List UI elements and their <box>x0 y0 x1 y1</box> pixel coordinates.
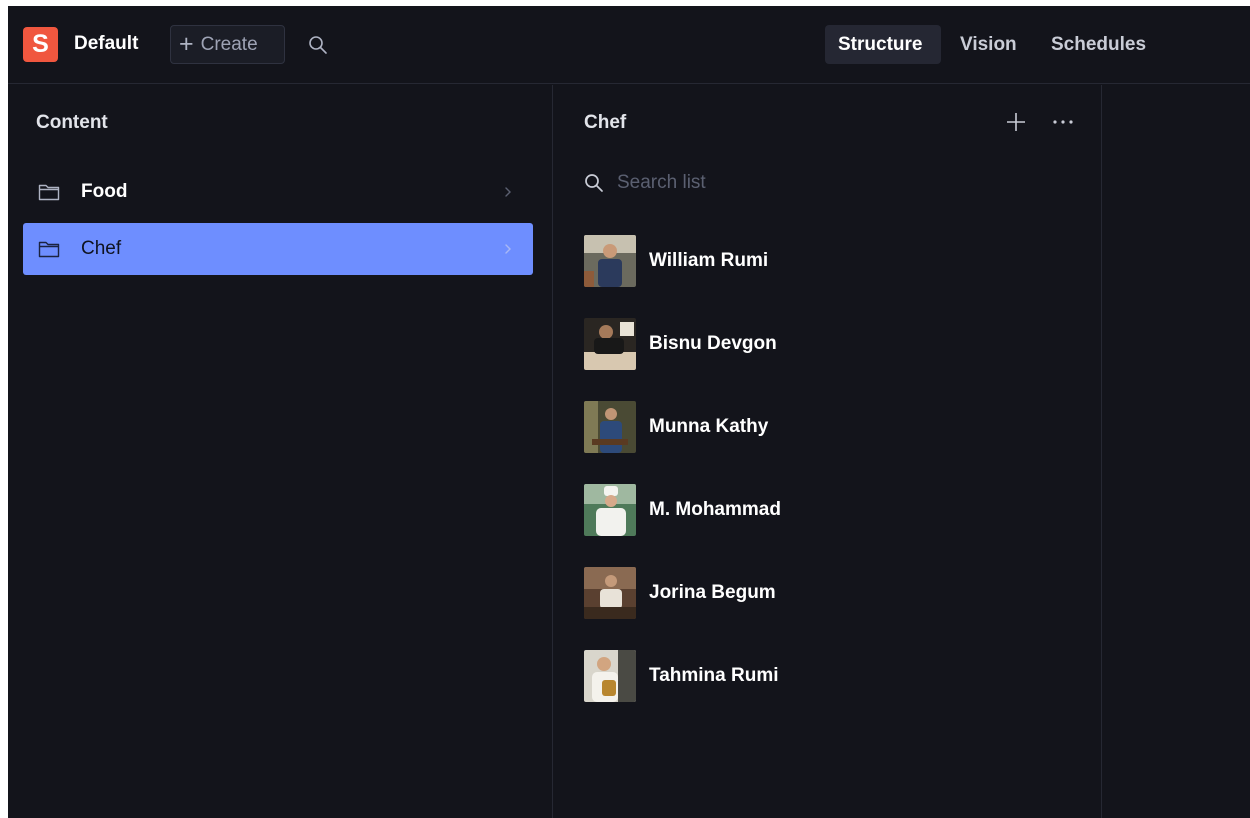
avatar <box>584 484 636 536</box>
list-item[interactable]: Jorina Begum <box>584 565 1064 621</box>
tab-structure[interactable]: Structure <box>825 25 941 64</box>
more-horizontal-icon[interactable] <box>1050 111 1076 133</box>
document-title: Bisnu Devgon <box>649 333 777 354</box>
document-title: William Rumi <box>649 250 769 271</box>
document-title: M. Mohammad <box>649 499 781 520</box>
logo-letter: S <box>32 30 49 58</box>
folder-icon <box>38 184 60 201</box>
document-list-pane: Chef Search list William Rumi Bisnu Devg… <box>553 85 1102 818</box>
tab-schedules[interactable]: Schedules <box>1038 25 1166 64</box>
tab-vision-label: Vision <box>960 33 1017 55</box>
document-pane-empty <box>1102 85 1250 818</box>
document-title: Tahmina Rumi <box>649 665 779 686</box>
sidebar-item-food[interactable]: Food <box>23 166 533 218</box>
studio-logo[interactable]: S <box>23 27 58 62</box>
sidebar-item-label: Food <box>81 181 128 202</box>
studio-app: S Default + Create Structure Vision Sche… <box>8 6 1250 818</box>
create-button[interactable]: + Create <box>170 25 285 64</box>
list-item[interactable]: Munna Kathy <box>584 399 1064 455</box>
folder-icon <box>38 241 60 258</box>
sidebar-item-chef[interactable]: Chef <box>23 223 533 275</box>
list-item[interactable]: M. Mohammad <box>584 482 1064 538</box>
search-icon <box>585 174 603 192</box>
content-pane: Content Food Chef <box>8 85 553 818</box>
chevron-right-icon <box>505 187 511 197</box>
search-list <box>584 168 1064 198</box>
list-item[interactable]: Tahmina Rumi <box>584 648 1064 704</box>
avatar <box>584 650 636 702</box>
search-input[interactable] <box>617 172 1037 194</box>
document-title: Munna Kathy <box>649 416 769 437</box>
avatar <box>584 318 636 370</box>
sidebar-item-label: Chef <box>81 238 122 259</box>
search-icon[interactable] <box>308 35 328 55</box>
workspace-name[interactable]: Default <box>74 33 138 55</box>
avatar <box>584 401 636 453</box>
plus-icon: + <box>179 30 194 58</box>
tab-schedules-label: Schedules <box>1051 33 1147 55</box>
list-item[interactable]: Bisnu Devgon <box>584 316 1064 372</box>
document-title: Jorina Begum <box>649 582 776 603</box>
list-item[interactable]: William Rumi <box>584 233 1064 289</box>
chevron-right-icon <box>505 244 511 254</box>
avatar <box>584 567 636 619</box>
top-bar: S Default + Create Structure Vision Sche… <box>8 6 1250 84</box>
tab-structure-label: Structure <box>838 33 923 55</box>
create-label: Create <box>200 33 258 55</box>
tab-vision[interactable]: Vision <box>947 25 1031 64</box>
list-pane-title: Chef <box>584 112 627 133</box>
plus-icon[interactable] <box>1005 111 1027 133</box>
avatar <box>584 235 636 287</box>
content-pane-title: Content <box>36 112 108 133</box>
